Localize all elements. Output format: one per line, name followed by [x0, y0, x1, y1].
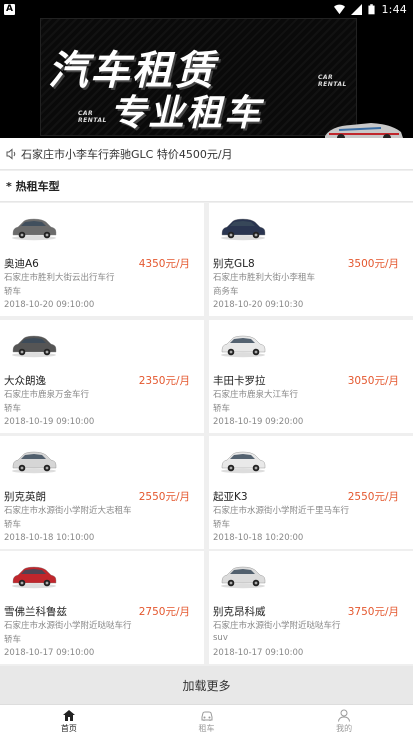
car-date: 2018-10-20 09:10:00 — [4, 300, 95, 310]
car-card[interactable]: 奥迪A6 4350元/月石家庄市胜利大街云出行车行 轿车 2018-10-20 09:… — [0, 203, 204, 316]
car-type: 轿车 — [213, 404, 231, 414]
car-address: 石家庄市鹿泉大江车行 — [213, 390, 299, 400]
notice-text: 石家庄市小李车行奔驰GLC 特价4500元/月 — [21, 147, 233, 161]
car-photo — [12, 451, 57, 474]
car-price: 4350元/月 — [138, 258, 190, 270]
car-date: 2018-10-19 09:20:00 — [213, 417, 304, 427]
car-type: 轿车 — [4, 520, 22, 530]
car-address: 石家庄市鹿泉万金车行 — [4, 390, 90, 400]
car-address: 石家庄市水源街小学附近哒哒车行 — [4, 621, 132, 631]
car-price: 2750元/月 — [138, 606, 190, 618]
promo-banner[interactable]: 汽车租赁 专业租车 CAR RENTAL CAR RENTAL — [0, 18, 413, 138]
car-type: 轿车 — [4, 635, 22, 645]
person-icon — [338, 709, 351, 722]
car-date: 2018-10-17 09:10:00 — [4, 648, 95, 658]
car-type: 商务车 — [213, 287, 239, 297]
car-photo — [12, 335, 57, 358]
car-card[interactable]: 别克英朗 2550元/月 石家庄市水源街小学附近大志租车 轿车 2018-10-18 1… — [0, 436, 204, 549]
car-icon — [201, 711, 212, 721]
signal-icon — [351, 3, 363, 15]
car-photo — [12, 218, 57, 241]
app-notification-icon: A — [4, 3, 15, 15]
car-card[interactable]: 起亚K3 2550元/月石家庄市水源街小学附近千里马车行 轿车 2018-10-18 … — [209, 436, 413, 549]
load-more-button[interactable]: 加载更多 — [0, 666, 413, 704]
car-date: 2018-10-17 09:10:00 — [213, 648, 304, 658]
car-name: 起亚K3 — [213, 491, 248, 503]
notice-bar[interactable]: 石家庄市小李车行奔驰GLC 特价4500元/月 — [0, 138, 413, 170]
home-icon — [62, 710, 75, 721]
car-name: 雪佛兰科鲁兹 — [4, 606, 67, 618]
speaker-icon — [6, 147, 16, 160]
car-name: 大众朗逸 — [4, 375, 46, 387]
car-card[interactable]: 丰田卡罗拉 3050元/月石家庄市鹿泉大江车行 轿车 2018-10-19 09:20… — [209, 320, 413, 433]
banner-tag-right: CAR RENTAL — [318, 74, 347, 88]
car-photo — [12, 566, 57, 589]
car-name: 奥迪A6 — [4, 258, 39, 270]
car-price: 2550元/月 — [347, 491, 399, 503]
car-photo — [221, 566, 266, 589]
car-address: 石家庄市水源街小学附近哒哒车行 — [213, 621, 341, 631]
car-name: 别克GL8 — [213, 258, 255, 270]
tab-label: 租车 — [198, 724, 215, 733]
car-price: 3750元/月 — [347, 606, 399, 618]
car-type: 轿车 — [4, 404, 22, 414]
car-name: 别克昂科威 — [213, 606, 266, 618]
car-date: 2018-10-20 09:10:30 — [213, 300, 304, 310]
car-address: 石家庄市水源街小学附近大志租车 — [4, 506, 132, 516]
car-card[interactable]: 大众朗逸 2350元/月石家庄市鹿泉万金车行 轿车 2018-10-19 09:10:… — [0, 320, 204, 433]
car-date: 2018-10-19 09:10:00 — [4, 417, 95, 427]
car-photo — [221, 451, 266, 474]
car-price: 3050元/月 — [347, 375, 399, 387]
banner-subheadline: 专业租车 — [110, 93, 263, 134]
tab-rent[interactable]: 租车 — [138, 705, 276, 738]
car-name: 别克英朗 — [4, 491, 46, 503]
car-type: suv — [213, 633, 228, 643]
car-photo — [221, 335, 266, 358]
tab-label: 首页 — [60, 724, 77, 733]
car-address: 石家庄市胜利大街小李租车 — [213, 273, 316, 283]
car-type: 轿车 — [4, 287, 22, 297]
tab-label: 我的 — [336, 724, 353, 733]
bottom-tab-bar: 首页 租车 我的 — [0, 704, 413, 738]
car-name: 丰田卡罗拉 — [213, 375, 266, 387]
car-address: 石家庄市水源街小学附近千里马车行 — [213, 506, 350, 516]
car-card[interactable]: 别克昂科威 3750元/月 石家庄市水源街小学附近哒哒车行 suv 2018-10-17… — [209, 551, 413, 664]
car-type: 轿车 — [213, 520, 231, 530]
car-date: 2018-10-18 10:20:00 — [213, 533, 304, 543]
car-price: 3500元/月 — [347, 258, 399, 270]
wifi-icon — [334, 4, 346, 14]
car-card[interactable]: 雪佛兰科鲁兹 2750元/月 石家庄市水源街小学附近哒哒车行 轿车 2018-10-17… — [0, 551, 204, 664]
car-date: 2018-10-18 10:10:00 — [4, 533, 95, 543]
car-card[interactable]: 别克GL8 3500元/月石家庄市胜利大街小李租车 商务车 2018-10-20 09… — [209, 203, 413, 316]
banner-car-graphic — [325, 123, 403, 138]
tab-home[interactable]: 首页 — [0, 705, 138, 738]
car-photo — [221, 218, 266, 241]
battery-icon — [368, 3, 376, 14]
tab-me[interactable]: 我的 — [275, 705, 413, 738]
car-price: 2350元/月 — [138, 375, 190, 387]
car-price: 2550元/月 — [138, 491, 190, 503]
clock: 1:44 — [381, 2, 407, 16]
banner-tag-left: CAR RENTAL — [78, 110, 107, 124]
section-title: * 热租车型 — [0, 171, 413, 202]
status-bar: A 1:44 — [0, 0, 413, 18]
car-address: 石家庄市胜利大街云出行车行 — [4, 273, 115, 283]
